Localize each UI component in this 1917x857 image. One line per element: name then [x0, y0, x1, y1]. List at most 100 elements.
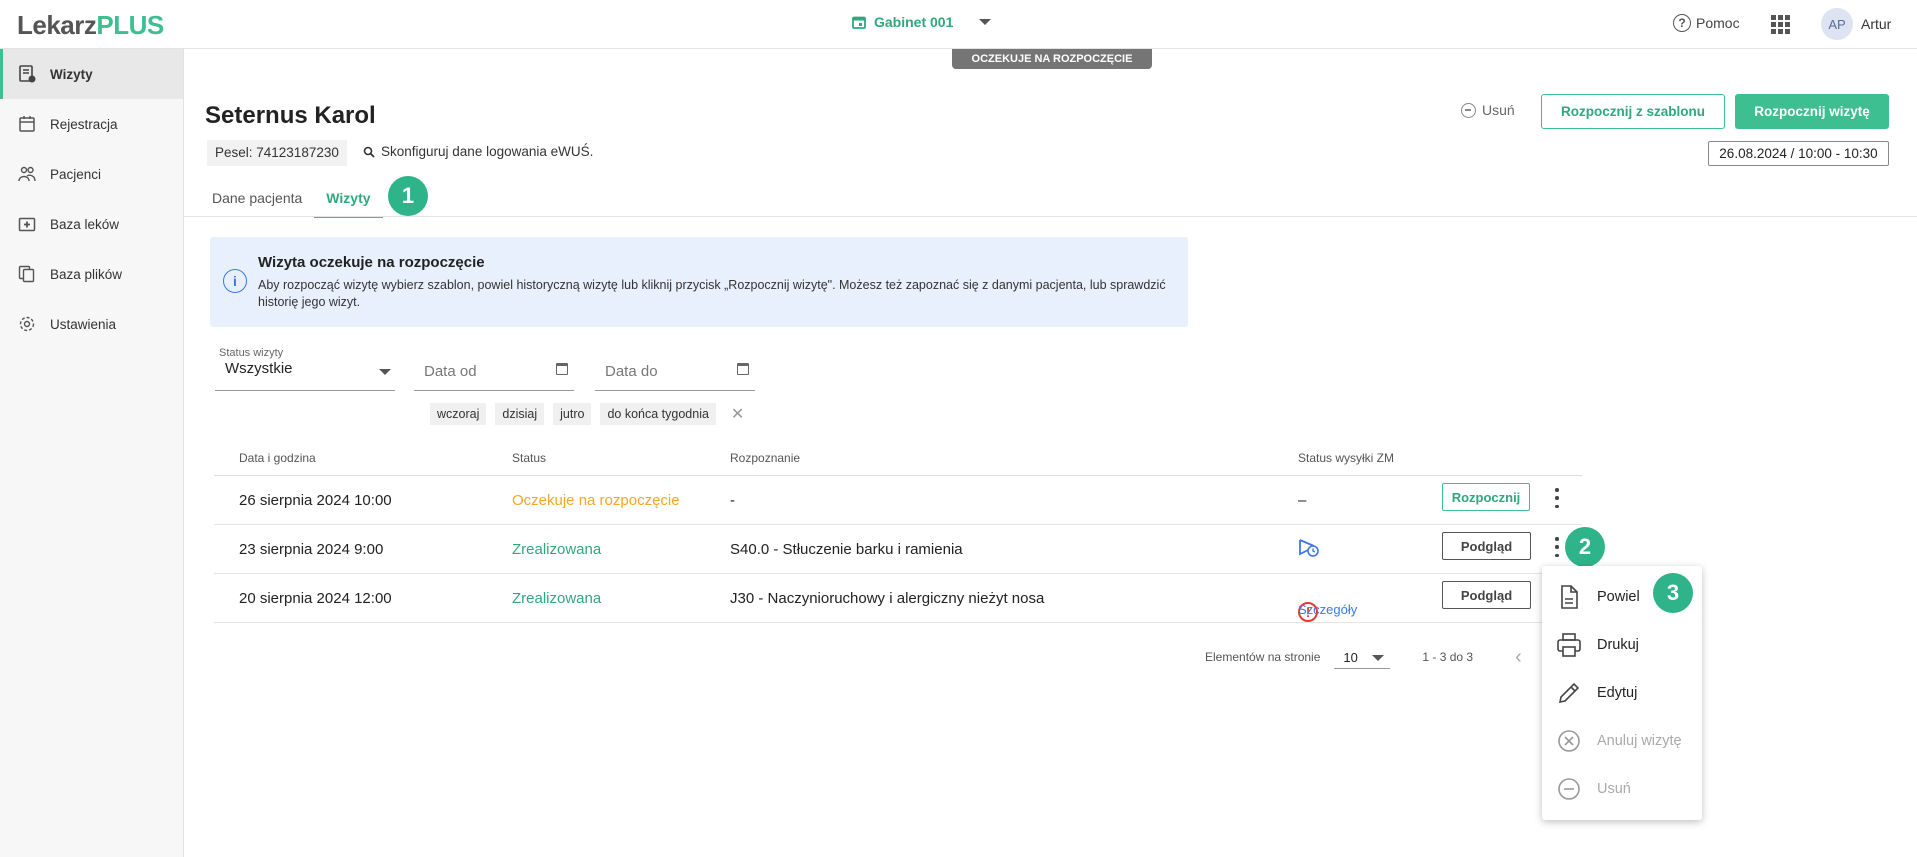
- top-bar: LekarzPLUS Gabinet 001 ? Pomoc AP Artur: [0, 0, 1917, 49]
- table-row: 20 sierpnia 2024 12:00 Zrealizowana J30 …: [214, 574, 1582, 623]
- close-icon[interactable]: ✕: [731, 404, 744, 424]
- tab-wizyty[interactable]: Wizyty: [314, 186, 383, 218]
- sidebar-item-label: Pacjenci: [50, 166, 102, 182]
- visit-date-field[interactable]: 26.08.2024 / 10:00 - 10:30: [1708, 141, 1889, 166]
- sidebar-item-rejestracja[interactable]: Rejestracja: [0, 99, 183, 149]
- per-page-select[interactable]: 10: [1334, 645, 1391, 669]
- row-preview-button[interactable]: Podgląd: [1442, 581, 1531, 609]
- cancel-circle-icon: [1558, 730, 1580, 752]
- row-status: Zrealizowana: [512, 541, 602, 558]
- step-marker-3: 3: [1653, 573, 1693, 613]
- row-preview-button[interactable]: Podgląd: [1442, 532, 1531, 560]
- menu-item-label: Powiel: [1597, 589, 1640, 605]
- search-icon: [363, 146, 375, 158]
- sidebar-item-label: Ustawienia: [50, 316, 117, 332]
- date-from-placeholder: Data od: [424, 363, 477, 380]
- logo-text-a: Lekarz: [17, 10, 97, 40]
- pagination: Elementów na stronie 10 1 - 3 do 3 ‹: [1205, 645, 1522, 669]
- start-from-template-button[interactable]: Rozpocznij z szablonu: [1541, 94, 1725, 129]
- sidebar-item-baza-lekow[interactable]: Baza leków: [0, 199, 183, 249]
- sidebar-item-label: Wizyty: [50, 66, 93, 82]
- status-filter-select[interactable]: Status wizyty Wszystkie: [215, 347, 395, 391]
- sidebar-item-baza-plikow[interactable]: Baza plików: [0, 249, 183, 299]
- delete-visit-button[interactable]: Usuń: [1461, 102, 1515, 118]
- files-icon: [18, 265, 35, 283]
- logo-text-b: PLUS: [96, 10, 164, 40]
- delete-label: Usuń: [1482, 102, 1515, 118]
- sidebar-item-label: Rejestracja: [50, 116, 118, 132]
- help-icon: ?: [1673, 14, 1691, 32]
- help-label: Pomoc: [1696, 15, 1740, 31]
- step-marker-2: 2: [1565, 527, 1605, 567]
- avatar[interactable]: AP: [1821, 8, 1853, 40]
- per-page-value: 10: [1343, 650, 1358, 665]
- ewus-label: Skonfiguruj dane logowania eWUŚ.: [381, 144, 594, 159]
- row-status: Oczekuje na rozpoczęcie: [512, 492, 680, 509]
- date-to-field[interactable]: Data do: [595, 347, 755, 391]
- menu-item-anuluj-wizyte[interactable]: Anuluj wizytę: [1542, 717, 1702, 765]
- row-start-button[interactable]: Rozpocznij: [1442, 483, 1530, 511]
- calendar-icon: [852, 16, 866, 29]
- date-to-placeholder: Data do: [605, 363, 658, 380]
- row-date: 26 sierpnia 2024 10:00: [239, 492, 392, 509]
- pesel-badge: Pesel: 74123187230: [207, 140, 347, 166]
- more-vert-icon[interactable]: [1554, 488, 1560, 508]
- step-marker-1: 1: [388, 176, 428, 216]
- ewus-config-link[interactable]: Skonfiguruj dane logowania eWUŚ.: [363, 144, 593, 159]
- row-date: 23 sierpnia 2024 9:00: [239, 541, 384, 558]
- menu-item-drukuj[interactable]: Drukuj: [1542, 621, 1702, 669]
- minus-circle-icon: [1461, 102, 1476, 118]
- chevron-down-icon: [1372, 655, 1385, 661]
- tab-dane-pacjenta[interactable]: Dane pacjenta: [205, 186, 314, 218]
- col-date[interactable]: Data i godzina: [239, 451, 316, 465]
- row-diagnosis: -: [730, 492, 735, 509]
- more-vert-icon[interactable]: [1554, 537, 1560, 557]
- col-zm-status[interactable]: Status wysyłki ZM: [1298, 451, 1394, 465]
- row-status: Zrealizowana: [512, 590, 602, 607]
- calendar-icon[interactable]: [737, 363, 749, 375]
- user-name[interactable]: Artur: [1861, 16, 1891, 32]
- row-diagnosis: J30 - Naczynioruchowy i alergiczny nieży…: [730, 590, 1045, 607]
- tabs: Dane pacjenta Wizyty: [205, 186, 383, 218]
- sidebar-item-ustawienia[interactable]: Ustawienia: [0, 299, 183, 349]
- sidebar-item-label: Baza plików: [50, 266, 123, 282]
- minus-circle-icon: [1558, 778, 1580, 800]
- start-visit-button[interactable]: Rozpocznij wizytę: [1735, 94, 1889, 129]
- chip-dzisiaj[interactable]: dzisiaj: [495, 403, 545, 425]
- menu-item-label: Anuluj wizytę: [1597, 733, 1682, 749]
- calendar-icon[interactable]: [556, 363, 568, 375]
- table-header: Data i godzina Status Rozpoznanie Status…: [214, 451, 1582, 476]
- visits-icon: [19, 65, 36, 83]
- tabs-divider: [184, 216, 1917, 217]
- cabinet-selector[interactable]: Gabinet 001: [852, 14, 992, 30]
- help-button[interactable]: ? Pomoc: [1673, 14, 1740, 32]
- row-diagnosis: S40.0 - Stłuczenie barku i ramienia: [730, 541, 963, 558]
- sidebar-item-wizyty[interactable]: Wizyty: [0, 49, 183, 99]
- gear-icon: [19, 316, 35, 332]
- details-label: Szczegóły: [1298, 602, 1358, 617]
- per-page-label: Elementów na stronie: [1205, 650, 1321, 664]
- sidebar-item-pacjenci[interactable]: Pacjenci: [0, 149, 183, 199]
- menu-item-edytuj[interactable]: Edytuj: [1542, 669, 1702, 717]
- status-filter-label: Status wizyty: [219, 347, 284, 359]
- status-filter-value: Wszystkie: [225, 360, 293, 377]
- menu-item-label: Edytuj: [1597, 685, 1638, 701]
- chip-jutro[interactable]: jutro: [553, 403, 592, 425]
- col-status[interactable]: Status: [512, 451, 546, 465]
- menu-item-usun[interactable]: Usuń: [1542, 765, 1702, 813]
- app-logo[interactable]: LekarzPLUS: [17, 10, 164, 41]
- info-alert: i Wizyta oczekuje na rozpoczęcie Aby roz…: [210, 237, 1188, 327]
- cabinet-label: Gabinet 001: [874, 14, 954, 30]
- chevron-down-icon: [379, 369, 391, 375]
- chevron-left-icon[interactable]: ‹: [1515, 646, 1522, 669]
- chip-wczoraj[interactable]: wczoraj: [430, 403, 487, 425]
- chip-do-konca-tygodnia[interactable]: do końca tygodnia: [600, 403, 716, 425]
- menu-item-label: Drukuj: [1597, 637, 1639, 653]
- date-chips: wczoraj dzisiaj jutro do końca tygodnia …: [430, 403, 744, 425]
- calendar-icon: [19, 116, 35, 132]
- row-zm-status: –: [1298, 492, 1307, 509]
- date-from-field[interactable]: Data od: [414, 347, 574, 391]
- table-row: 23 sierpnia 2024 9:00 Zrealizowana S40.0…: [214, 525, 1582, 574]
- apps-grid-icon[interactable]: [1771, 15, 1790, 34]
- col-diagnosis[interactable]: Rozpoznanie: [730, 451, 800, 465]
